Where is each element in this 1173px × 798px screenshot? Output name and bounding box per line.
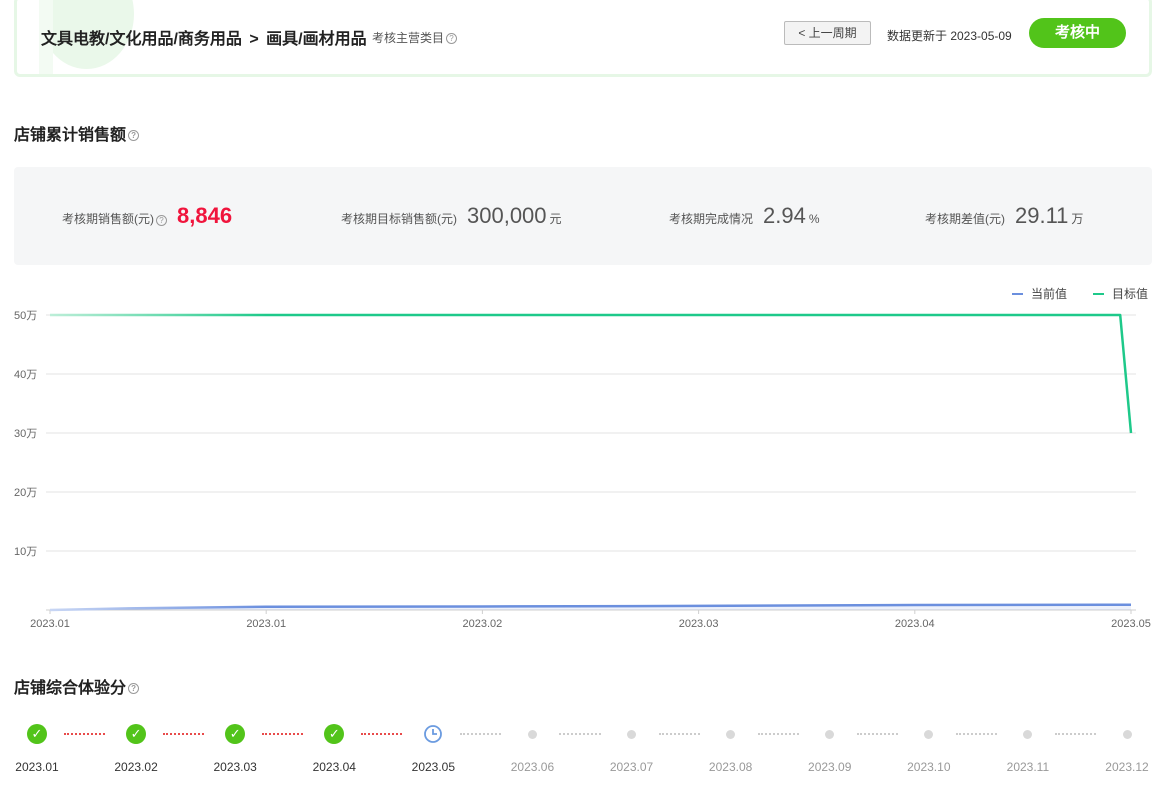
check-circle-icon: ✓ xyxy=(225,724,246,744)
timeline-month[interactable]: ✓ 2023.02 xyxy=(96,720,176,774)
pending-dot-icon xyxy=(627,729,637,739)
stat-unit: 万 xyxy=(1071,212,1084,226)
breadcrumb-separator: > xyxy=(249,31,259,48)
stat-value: 300,000 xyxy=(467,203,547,228)
timeline-month-label: 2023.03 xyxy=(213,760,257,774)
update-timestamp: 数据更新于 2023-05-09 xyxy=(887,29,1012,43)
timeline-month-label: 2023.12 xyxy=(1105,760,1149,774)
timeline-month-label: 2023.07 xyxy=(609,760,654,774)
check-circle-icon: ✓ xyxy=(126,724,147,744)
timeline-month-label: 2023.10 xyxy=(907,760,951,774)
timeline-icon-wrap: ✓ xyxy=(294,720,374,748)
help-icon[interactable]: ? xyxy=(128,683,140,695)
timeline-month[interactable]: 2023.12 xyxy=(1087,720,1167,774)
timeline-month[interactable]: ✓ 2023.01 xyxy=(0,720,77,774)
category-tip: 考核主营类目? xyxy=(372,29,458,46)
timeline-month[interactable]: ✓ 2023.04 xyxy=(294,720,374,774)
timeline-month-label: 2023.02 xyxy=(114,760,158,774)
timeline-month[interactable]: 2023.06 xyxy=(492,720,572,774)
timeline-icon-wrap xyxy=(1087,720,1167,748)
pending-dot-icon xyxy=(924,729,934,739)
timeline-month[interactable]: 2023.07 xyxy=(592,720,672,774)
status-badge: 考核中 xyxy=(1029,18,1126,48)
x-tick-label: 2023.03 xyxy=(679,618,719,630)
pending-dot-icon xyxy=(825,729,835,739)
sales-stats-panel: 考核期销售额(元)? 8,846 考核期目标销售额(元) 300,000 元 考… xyxy=(14,167,1152,265)
stat-value: 8,846 xyxy=(177,203,233,228)
legend-swatch-current xyxy=(1012,292,1023,295)
stat-completion: 考核期完成情况 2.94 % xyxy=(669,203,820,229)
stat-gap: 考核期差值(元) 29.11 万 xyxy=(925,203,1083,229)
score-section-title: 店铺综合体验分? xyxy=(14,674,140,698)
timeline-month-label: 2023.06 xyxy=(510,760,555,774)
sales-section-title: 店铺累计销售额? xyxy=(14,121,140,145)
timeline-month-label: 2023.01 xyxy=(15,760,59,774)
timeline-month[interactable]: 2023.08 xyxy=(691,720,771,774)
breadcrumb-item-primary: 文具电教/文化用品/商务用品 xyxy=(41,31,242,48)
x-tick-label: 2023.02 xyxy=(463,618,503,630)
x-tick-label: 2023.04 xyxy=(895,618,935,630)
timeline-icon-wrap xyxy=(988,720,1068,748)
category-banner: 文具电教/文化用品/商务用品 > 画具/画材用品 考核主营类目? < 上一周期 … xyxy=(14,0,1152,77)
help-icon[interactable]: ? xyxy=(446,33,458,45)
prev-period-button[interactable]: < 上一周期 xyxy=(784,21,871,45)
pending-dot-icon xyxy=(527,729,537,739)
stat-unit: 元 xyxy=(549,212,562,226)
help-icon[interactable]: ? xyxy=(156,215,167,226)
x-tick-label: 2023.01 xyxy=(30,618,70,630)
timeline-icon-wrap: ✓ xyxy=(96,720,176,748)
timeline-icon-wrap xyxy=(492,720,572,748)
pending-dot-icon xyxy=(726,729,736,739)
x-tick-label: 2023.01 xyxy=(246,618,286,630)
help-icon[interactable]: ? xyxy=(128,130,140,142)
timeline-icon-wrap xyxy=(592,720,672,748)
stat-value: 29.11 xyxy=(1015,203,1069,228)
check-circle-icon: ✓ xyxy=(324,724,345,744)
score-timeline: ✓ 2023.01 ✓ 2023.02 ✓ 2023.03 ✓ 2023.04 2023.05 2… xyxy=(0,720,1173,790)
y-tick-label: 40万 xyxy=(14,369,37,381)
pending-dot-icon xyxy=(1122,729,1132,739)
timeline-month[interactable]: 2023.09 xyxy=(790,720,870,774)
timeline-icon-wrap: ✓ xyxy=(0,720,77,748)
breadcrumb: 文具电教/文化用品/商务用品 > 画具/画材用品 xyxy=(41,25,367,49)
legend-swatch-target xyxy=(1093,292,1105,295)
check-circle-icon: ✓ xyxy=(27,724,47,744)
timeline-month[interactable]: 2023.11 xyxy=(988,720,1068,774)
timeline-month-label: 2023.04 xyxy=(312,760,356,774)
category-tip-label: 考核主营类目 xyxy=(372,31,445,45)
y-tick-label: 50万 xyxy=(14,310,37,322)
y-tick-label: 10万 xyxy=(14,546,37,558)
stat-label: 考核期销售额(元) xyxy=(62,212,154,226)
timeline-month-label: 2023.09 xyxy=(808,760,852,774)
timeline-month[interactable]: 2023.05 xyxy=(393,720,473,774)
stat-value: 2.94 xyxy=(763,203,806,228)
stat-label: 考核期目标销售额(元) xyxy=(341,212,457,226)
y-tick-label: 30万 xyxy=(14,428,37,440)
stat-label: 考核期完成情况 xyxy=(669,212,754,226)
timeline-month-label: 2023.05 xyxy=(411,760,456,774)
timeline-month-label: 2023.11 xyxy=(1006,760,1050,774)
x-tick-label: 2023.05 xyxy=(1111,618,1151,630)
stat-unit: % xyxy=(808,212,820,226)
stat-sales: 考核期销售额(元)? 8,846 xyxy=(62,203,232,229)
stat-target: 考核期目标销售额(元) 300,000 元 xyxy=(341,203,562,229)
timeline-month-label: 2023.08 xyxy=(708,760,753,774)
sales-section-title-text: 店铺累计销售额 xyxy=(14,127,127,144)
timeline-month[interactable]: ✓ 2023.03 xyxy=(195,720,275,774)
timeline-icon-wrap xyxy=(889,720,969,748)
breadcrumb-item-secondary: 画具/画材用品 xyxy=(266,31,367,48)
sales-line-chart: 10万 20万 30万 40万 50万 2023.01 2023.01 2023.02 2023… xyxy=(14,310,1151,630)
timeline-icon-wrap xyxy=(393,720,473,748)
stat-label: 考核期差值(元) xyxy=(925,212,1005,226)
y-tick-label: 20万 xyxy=(14,487,37,499)
timeline-icon-wrap: ✓ xyxy=(195,720,275,748)
score-section-title-text: 店铺综合体验分 xyxy=(14,680,127,697)
clock-icon xyxy=(424,725,443,743)
pending-dot-icon xyxy=(1023,729,1033,739)
timeline-icon-wrap xyxy=(790,720,870,748)
timeline-icon-wrap xyxy=(691,720,771,748)
timeline-month[interactable]: 2023.10 xyxy=(889,720,969,774)
